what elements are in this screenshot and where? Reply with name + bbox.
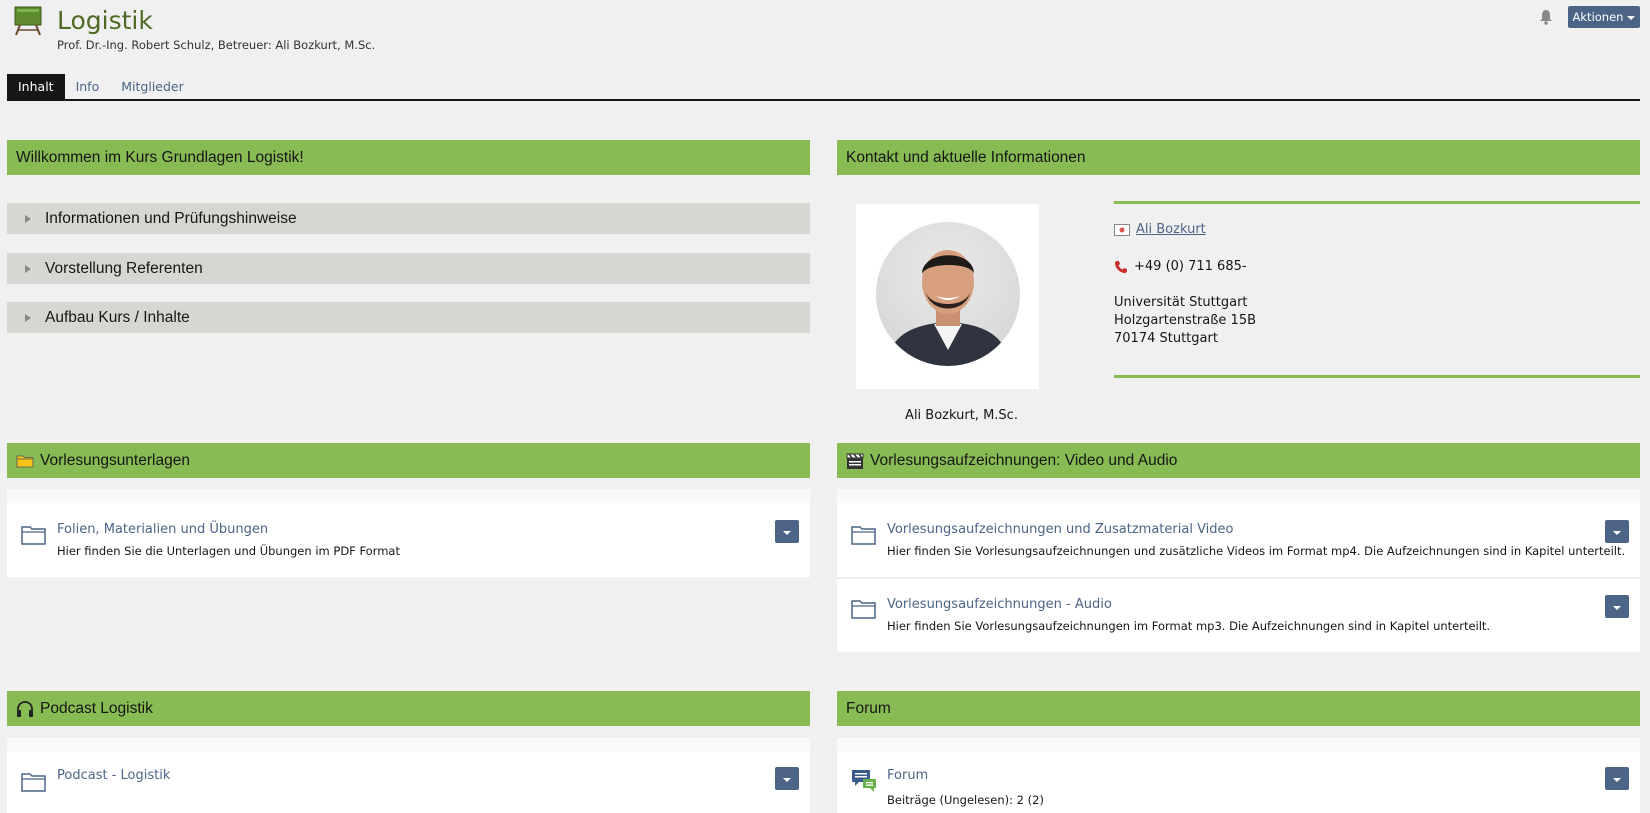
recordings-audio-desc: Hier finden Sie Vorlesungsaufzeichnungen… <box>887 619 1491 633</box>
recordings-video-desc: Hier finden Sie Vorlesungsaufzeichnungen… <box>887 544 1626 558</box>
accordion-aufbau[interactable]: Aufbau Kurs / Inhalte <box>7 302 810 333</box>
contact-photo-frame <box>856 204 1039 389</box>
welcome-title: Willkommen im Kurs Grundlagen Logistik! <box>16 148 304 166</box>
recordings-header: Vorlesungsaufzeichnungen: Video und Audi… <box>837 443 1640 478</box>
tab-bar: Inhalt Info Mitglieder <box>7 74 1640 101</box>
phone-icon <box>1115 260 1127 273</box>
recordings-video-link[interactable]: Vorlesungsaufzeichnungen und Zusatzmater… <box>887 522 1234 537</box>
podcast-title: Podcast Logistik <box>40 699 153 717</box>
folder-icon <box>851 526 876 545</box>
address-line-3: 70174 Stuttgart <box>1114 331 1218 346</box>
forum-icon <box>852 770 876 792</box>
chevron-down-icon <box>783 530 791 535</box>
person-photo-icon <box>886 250 1010 366</box>
triangle-right-icon <box>25 313 31 322</box>
lectures-title: Vorlesungsunterlagen <box>40 451 190 469</box>
contact-header: Kontakt und aktuelle Informationen <box>837 140 1640 175</box>
address-line-1: Universität Stuttgart <box>1114 295 1248 310</box>
lectures-item-link[interactable]: Folien, Materialien und Übungen <box>57 522 268 537</box>
folder-icon <box>21 526 46 545</box>
chevron-down-icon <box>1613 777 1621 782</box>
list-item: Vorlesungsaufzeichnungen - Audio Hier fi… <box>837 579 1640 652</box>
chevron-down-icon <box>783 777 791 782</box>
contact-name-link[interactable]: Ali Bozkurt <box>1136 222 1206 237</box>
address-line-2: Holzgartenstraße 15B <box>1114 313 1257 328</box>
forum-list: Forum Beiträge (Ungelesen): 2 (2) <box>837 752 1640 813</box>
contact-phone: +49 (0) 711 685- <box>1134 259 1247 274</box>
contact-phone-line: +49 (0) 711 685- <box>1114 259 1247 274</box>
folder-icon <box>21 773 46 792</box>
bell-icon[interactable] <box>1539 9 1553 25</box>
folder-icon <box>851 600 876 619</box>
contact-title: Kontakt und aktuelle Informationen <box>846 148 1086 166</box>
tab-mitglieder[interactable]: Mitglieder <box>110 74 195 99</box>
headphones-icon <box>17 700 33 717</box>
section-strip <box>837 489 1640 503</box>
chevron-down-icon <box>1627 16 1636 20</box>
accordion-pruefungshinweise[interactable]: Informationen und Prüfungshinweise <box>7 203 810 234</box>
podcast-list: Podcast - Logistik <box>7 752 810 813</box>
photo-caption: Ali Bozkurt, M.Sc. <box>905 408 1018 423</box>
tab-inhalt[interactable]: Inhalt <box>7 74 65 99</box>
accordion-label: Vorstellung Referenten <box>45 259 203 277</box>
podcast-item-link[interactable]: Podcast - Logistik <box>57 768 170 783</box>
recordings-list: Vorlesungsaufzeichnungen und Zusatzmater… <box>837 503 1640 652</box>
forum-item-desc: Beiträge (Ungelesen): 2 (2) <box>887 793 1044 807</box>
clapperboard-icon <box>846 453 864 469</box>
lectures-item-desc: Hier finden Sie die Unterlagen und Übung… <box>57 544 400 558</box>
lectures-list: Folien, Materialien und Übungen Hier fin… <box>7 503 810 577</box>
accordion-referenten[interactable]: Vorstellung Referenten <box>7 253 810 284</box>
accordion-label: Aufbau Kurs / Inhalte <box>45 308 190 326</box>
item-actions-button[interactable] <box>1605 595 1629 618</box>
welcome-header: Willkommen im Kurs Grundlagen Logistik! <box>7 140 810 175</box>
lectures-header: Vorlesungsunterlagen <box>7 443 810 478</box>
vcard-icon <box>1114 223 1130 236</box>
podcast-header: Podcast Logistik <box>7 691 810 726</box>
forum-title: Forum <box>846 699 891 717</box>
accordion-label: Informationen und Prüfungshinweise <box>45 209 297 227</box>
course-board-icon <box>14 6 42 36</box>
chevron-down-icon <box>1613 605 1621 610</box>
page-title: Logistik <box>57 6 153 35</box>
contact-details: Ali Bozkurt +49 (0) 711 685- Universität… <box>1114 201 1640 378</box>
section-strip <box>7 738 810 752</box>
item-actions-button[interactable] <box>775 520 799 543</box>
page-header: Logistik Prof. Dr.-Ing. Robert Schulz, B… <box>0 0 1650 70</box>
folder-icon <box>16 455 34 467</box>
item-actions-button[interactable] <box>775 767 799 790</box>
actions-button[interactable]: Aktionen <box>1568 6 1640 28</box>
actions-button-label: Aktionen <box>1572 10 1624 24</box>
triangle-right-icon <box>25 214 31 223</box>
item-actions-button[interactable] <box>1605 767 1629 790</box>
tab-info[interactable]: Info <box>65 74 111 99</box>
contact-name-line: Ali Bozkurt <box>1114 222 1206 237</box>
recordings-audio-link[interactable]: Vorlesungsaufzeichnungen - Audio <box>887 597 1112 612</box>
recordings-title: Vorlesungsaufzeichnungen: Video und Audi… <box>870 451 1178 469</box>
section-strip <box>7 489 810 503</box>
list-item: Vorlesungsaufzeichnungen und Zusatzmater… <box>837 503 1640 577</box>
triangle-right-icon <box>25 264 31 273</box>
forum-item-link[interactable]: Forum <box>887 768 928 783</box>
page-subtitle: Prof. Dr.-Ing. Robert Schulz, Betreuer: … <box>57 38 376 52</box>
forum-header: Forum <box>837 691 1640 726</box>
avatar <box>876 222 1020 366</box>
chevron-down-icon <box>1613 530 1621 535</box>
item-actions-button[interactable] <box>1605 520 1629 543</box>
section-strip <box>837 738 1640 752</box>
